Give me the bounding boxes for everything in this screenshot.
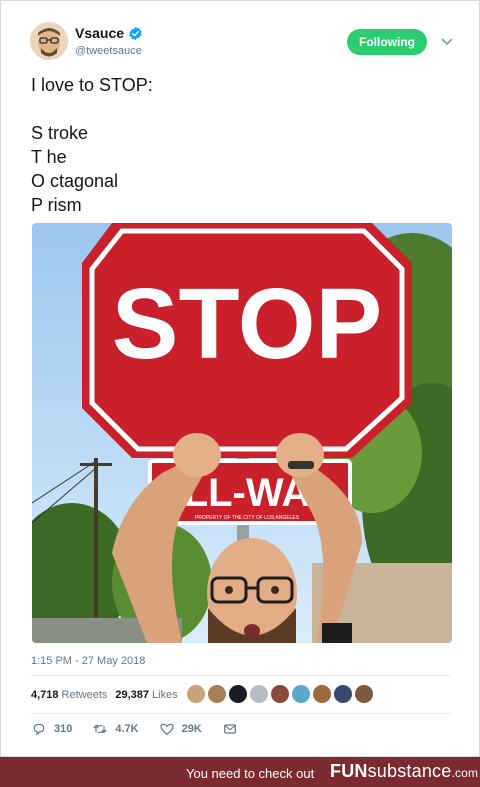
liker-avatar[interactable] bbox=[355, 685, 373, 703]
retweet-button[interactable]: 4.7K bbox=[92, 721, 139, 737]
tweet-timestamp[interactable]: 1:15 PM - 27 May 2018 bbox=[31, 655, 145, 667]
site-footer-banner[interactable]: You need to check out FUNsubstance.com bbox=[0, 757, 480, 787]
brand-bold: FUN bbox=[330, 761, 368, 781]
verified-badge-icon bbox=[129, 26, 142, 40]
liker-avatar[interactable] bbox=[334, 685, 352, 703]
like-button[interactable]: 29K bbox=[159, 721, 202, 737]
divider bbox=[31, 713, 451, 714]
reply-button[interactable]: 310 bbox=[31, 721, 72, 737]
liker-avatar[interactable] bbox=[250, 685, 268, 703]
retweet-count: 4.7K bbox=[115, 723, 139, 735]
tweet-actions: 310 4.7K 29K bbox=[31, 721, 258, 737]
retweets-label: Retweets bbox=[61, 689, 108, 701]
avatar[interactable] bbox=[30, 22, 68, 60]
brand-tld: .com bbox=[451, 766, 479, 780]
retweets-stat[interactable]: 4,718 Retweets bbox=[31, 689, 107, 701]
reply-icon bbox=[33, 723, 45, 736]
author-display-name[interactable]: Vsauce bbox=[75, 25, 124, 41]
likes-label: Likes bbox=[152, 689, 178, 701]
all-way-plate-text: LL-WA bbox=[184, 471, 311, 515]
liker-avatar[interactable] bbox=[229, 685, 247, 703]
divider bbox=[31, 675, 451, 676]
tweet-text: I love to STOP: S troke T he O ctagonal … bbox=[31, 73, 153, 217]
tweet-line: I love to STOP: bbox=[31, 75, 153, 95]
like-count: 29K bbox=[181, 723, 202, 735]
tweet-stats: 4,718 Retweets 29,387 Likes bbox=[31, 685, 186, 705]
liker-avatar[interactable] bbox=[187, 685, 205, 703]
liker-avatar[interactable] bbox=[292, 685, 310, 703]
reply-count: 310 bbox=[54, 723, 73, 735]
brand-rest: substance bbox=[367, 761, 452, 781]
envelope-icon bbox=[223, 724, 236, 734]
likes-count: 29,387 bbox=[115, 689, 150, 701]
tweet-card: Vsauce @tweetsauce Following I love to S… bbox=[0, 0, 480, 757]
tweet-line: S troke bbox=[31, 123, 89, 143]
author-name-row[interactable]: Vsauce bbox=[75, 25, 143, 41]
retweets-count: 4,718 bbox=[31, 689, 59, 701]
liker-avatar[interactable] bbox=[271, 685, 289, 703]
funsubstance-logo[interactable]: FUNsubstance.com bbox=[330, 761, 478, 782]
plate-fine-print: PROPERTY OF THE CITY OF LOS ANGELES bbox=[195, 515, 300, 521]
tweet-line: T he bbox=[31, 147, 67, 167]
following-button[interactable]: Following bbox=[347, 29, 427, 55]
liker-avatars bbox=[187, 685, 373, 703]
tweet-photo[interactable]: STOP LL-WA PROPERTY OF THE CITY OF LOS A… bbox=[32, 223, 452, 643]
chevron-down-icon[interactable] bbox=[441, 37, 453, 47]
tweet-line: O ctagonal bbox=[31, 171, 119, 191]
tweet-line bbox=[31, 97, 153, 121]
tweet-line: P rism bbox=[31, 195, 82, 215]
retweet-icon bbox=[93, 724, 107, 734]
stop-sign-text: STOP bbox=[112, 268, 382, 380]
footer-text: You need to check out bbox=[186, 766, 315, 781]
likes-stat[interactable]: 29,387 Likes bbox=[115, 689, 177, 701]
direct-message-button[interactable] bbox=[222, 721, 238, 737]
heart-icon bbox=[160, 723, 174, 736]
liker-avatar[interactable] bbox=[208, 685, 226, 703]
author-handle[interactable]: @tweetsauce bbox=[75, 45, 142, 57]
liker-avatar[interactable] bbox=[313, 685, 331, 703]
tweet-header: Vsauce @tweetsauce Following bbox=[1, 1, 480, 71]
